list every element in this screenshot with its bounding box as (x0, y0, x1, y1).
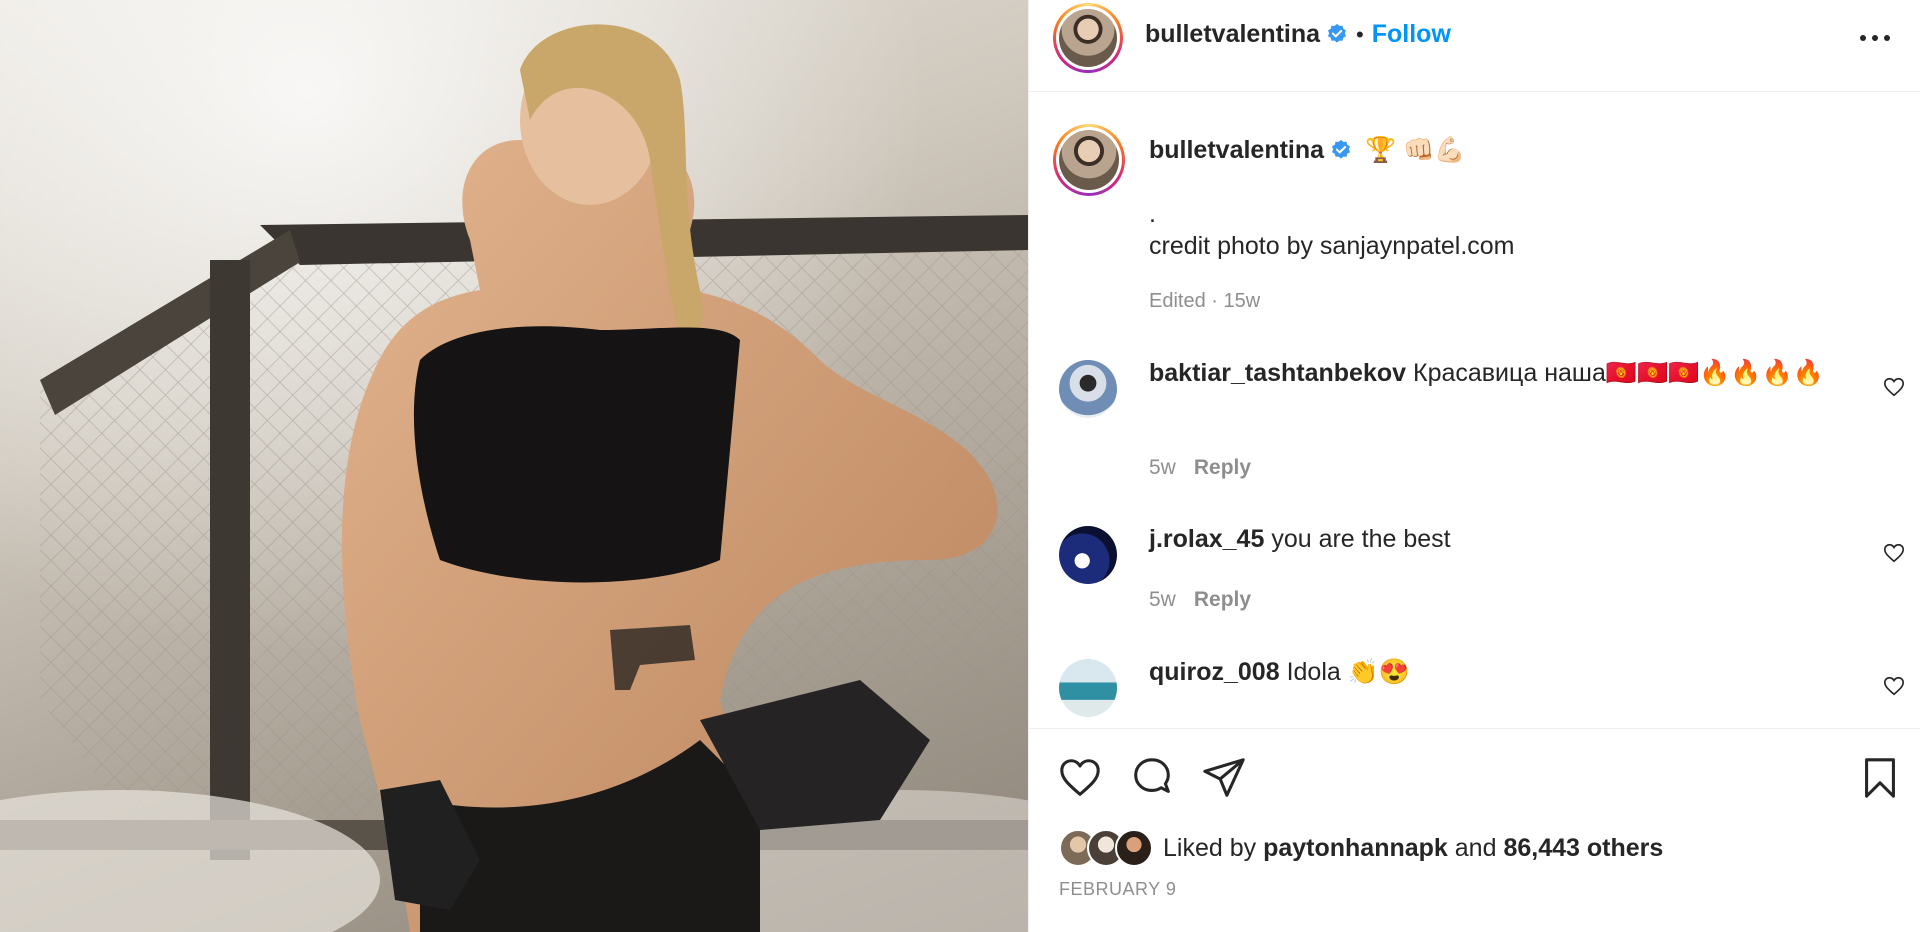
verified-badge-icon (1328, 23, 1347, 43)
comment-username[interactable]: baktiar_tashtanbekov (1149, 359, 1406, 387)
likes-prefix: Liked by (1163, 833, 1257, 862)
reply-button[interactable]: Reply (1194, 456, 1251, 479)
comment-avatar[interactable] (1059, 659, 1117, 717)
comment-icon[interactable] (1129, 755, 1175, 801)
caption-avatar-image (1059, 130, 1119, 190)
liker-username[interactable]: paytonhannapk (1263, 834, 1448, 862)
caption-text-line-2: credit photo by sanjaynpatel.com (1149, 232, 1515, 260)
comment-time: 5w (1149, 456, 1176, 479)
like-comment-icon[interactable] (1883, 376, 1905, 398)
follow-button[interactable]: Follow (1372, 20, 1451, 48)
caption-username[interactable]: bulletvalentina (1149, 136, 1324, 164)
avatar-image (1059, 9, 1117, 67)
comment-avatar[interactable] (1059, 360, 1117, 418)
caption-emoji: 🏆 👊🏻💪🏻 (1365, 136, 1466, 164)
comment-text: quiroz_008 Idola 👏😍 (1149, 655, 1849, 689)
likes-count[interactable]: 86,443 others (1503, 834, 1663, 862)
comment-text: j.rolax_45 you are the best (1149, 522, 1849, 556)
comment-body: Красавица наша🇰🇬🇰🇬🇰🇬🔥🔥🔥🔥 (1413, 359, 1824, 387)
caption-verified-badge-icon (1332, 139, 1351, 159)
caption-text-line-1: . (1149, 200, 1156, 228)
caption-header: bulletvalentina 🏆 👊🏻💪🏻 (1149, 136, 1465, 165)
post-header: bulletvalentina • Follow (1029, 0, 1920, 92)
comment-meta: 5w Reply (1149, 456, 1251, 480)
like-comment-icon[interactable] (1883, 542, 1905, 564)
likes-summary: Liked by paytonhannapk and 86,443 others (1059, 829, 1663, 867)
post-panel: bulletvalentina • Follow bulletvalentina 🏆… (1028, 0, 1920, 932)
comment-avatar[interactable] (1059, 526, 1117, 584)
reply-button[interactable]: Reply (1194, 588, 1251, 611)
share-icon[interactable] (1201, 755, 1247, 801)
caption-avatar[interactable] (1053, 124, 1125, 196)
comment-username[interactable]: j.rolax_45 (1149, 525, 1264, 553)
comment-body: you are the best (1271, 525, 1451, 553)
more-options-icon[interactable] (1855, 22, 1895, 52)
save-bookmark-icon[interactable] (1857, 755, 1903, 801)
post-date[interactable]: FEBRUARY 9 (1059, 879, 1176, 900)
author-avatar[interactable] (1053, 3, 1123, 73)
caption-meta: Edited · 15w (1149, 290, 1261, 312)
comment-time: 5w (1149, 588, 1176, 611)
author-username[interactable]: bulletvalentina (1145, 20, 1320, 48)
comment-text: baktiar_tashtanbekov Красавица наша🇰🇬🇰🇬🇰… (1149, 356, 1849, 390)
comments-scroll-area[interactable]: bulletvalentina 🏆 👊🏻💪🏻 . credit photo by… (1029, 92, 1920, 728)
header-title-row: bulletvalentina • Follow (1145, 20, 1451, 49)
fighter-photo (0, 0, 1028, 932)
likes-and: and (1454, 833, 1497, 862)
comment-meta: 5w Reply (1149, 588, 1251, 612)
like-comment-icon[interactable] (1883, 675, 1905, 697)
likes-text: Liked by paytonhannapk and 86,443 others (1163, 834, 1663, 863)
header-separator: • (1356, 22, 1364, 47)
post-actions: Liked by paytonhannapk and 86,443 others… (1029, 728, 1920, 932)
post-photo[interactable] (0, 0, 1028, 932)
like-icon[interactable] (1057, 755, 1103, 801)
comment-body: Idola 👏😍 (1286, 658, 1410, 686)
comment-username[interactable]: quiroz_008 (1149, 658, 1280, 686)
liker-avatar[interactable] (1115, 829, 1153, 867)
